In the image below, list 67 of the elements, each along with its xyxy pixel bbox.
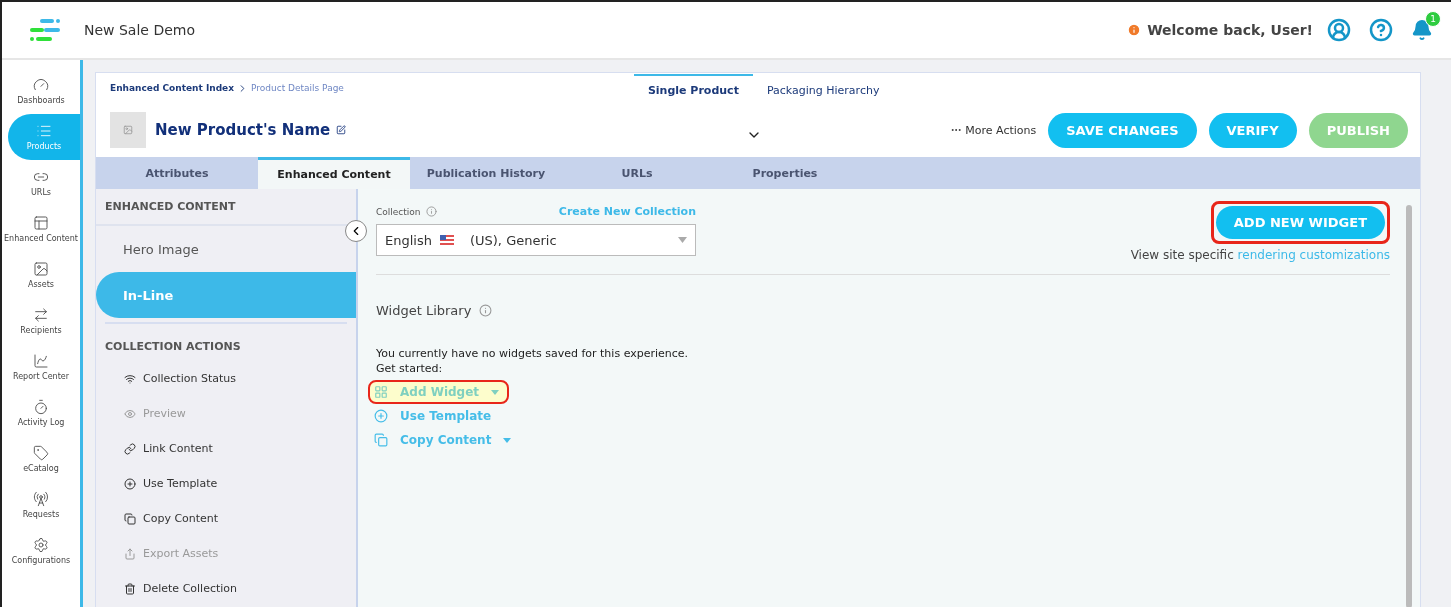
grid-icon (374, 385, 388, 399)
side-item[interactable]: Hero Image (96, 226, 356, 272)
tab[interactable]: URLs (562, 157, 712, 189)
logo-icon (28, 18, 62, 42)
export-icon (124, 547, 136, 560)
product-name: New Product's Name (155, 121, 331, 139)
image-icon (33, 261, 49, 277)
nav-item[interactable]: URLs (2, 160, 80, 206)
gauge-icon (33, 77, 49, 93)
section-heading: COLLECTION ACTIONS (104, 339, 242, 355)
eye-icon (124, 407, 136, 420)
more-actions-button[interactable]: More Actions (950, 123, 1037, 137)
trash-icon (124, 582, 136, 595)
tab[interactable]: Enhanced Content (258, 157, 410, 189)
app-title: New Sale Demo (84, 22, 196, 38)
nav-item[interactable]: Recipients (2, 298, 80, 344)
collection-label: Collection (376, 206, 421, 217)
help-icon[interactable] (1369, 18, 1393, 42)
info-icon (425, 206, 437, 217)
copy-icon (374, 433, 388, 447)
welcome-text: Welcome back, User! (1147, 22, 1313, 38)
tab[interactable]: Attributes (96, 157, 258, 189)
view-tab[interactable]: Single Product (633, 73, 753, 103)
nav-item[interactable]: eCatalog (2, 436, 80, 482)
tag-icon (33, 445, 49, 461)
collection-action[interactable]: Copy Content (96, 501, 356, 536)
collection-action[interactable]: Delete Collection (96, 571, 356, 606)
chart-icon (33, 353, 49, 369)
nav-item[interactable]: Assets (2, 252, 80, 298)
settings-icon (33, 537, 49, 553)
layout-icon (33, 215, 49, 231)
view-tab[interactable]: Packaging Hierarchy (752, 73, 894, 103)
timer-icon (33, 399, 49, 415)
tab[interactable]: Properties (712, 157, 858, 189)
antenna-icon (33, 491, 49, 507)
empty-message: You currently have no widgets saved for this experience. Get started: (376, 346, 690, 376)
library-title: Widget Library (376, 303, 472, 318)
swap-arrows-icon (33, 307, 49, 323)
collection-select[interactable]: English (US), Generic (376, 224, 696, 256)
nav-item[interactable]: Configurations (2, 528, 80, 574)
notification-badge: 1 (1425, 11, 1441, 27)
rendering-text: View site specific rendering customizations (1130, 248, 1390, 262)
plus-circle-icon (124, 477, 136, 490)
flag-icon (439, 235, 454, 245)
user-icon[interactable] (1327, 18, 1351, 42)
copy-icon (124, 512, 136, 525)
collection-action[interactable]: Link Content (96, 431, 356, 466)
nav-item[interactable]: Requests (2, 482, 80, 528)
nav-item[interactable]: Activity Log (2, 390, 80, 436)
wifi-icon (124, 372, 136, 385)
list-icon (36, 123, 52, 139)
nav-item[interactable]: Enhanced Content (2, 206, 80, 252)
edit-icon[interactable] (336, 125, 347, 135)
image-icon (123, 125, 133, 135)
info-icon (1127, 23, 1142, 37)
nav-item[interactable]: Report Center (2, 344, 80, 390)
nav-item[interactable]: Dashboards (2, 68, 80, 114)
info-icon (479, 304, 493, 317)
collection-action[interactable]: Use Template (96, 466, 356, 501)
plus-circle-icon (374, 409, 388, 423)
collection-action[interactable]: Collection Status (96, 361, 356, 396)
breadcrumb-link[interactable]: Enhanced Content Index (110, 83, 234, 93)
bell-icon[interactable] (1411, 19, 1433, 41)
tab[interactable]: Publication History (410, 157, 562, 189)
link-icon (124, 442, 136, 455)
breadcrumb-link[interactable]: Product Details Page (251, 83, 344, 93)
dropdown-arrow-icon (678, 237, 687, 243)
